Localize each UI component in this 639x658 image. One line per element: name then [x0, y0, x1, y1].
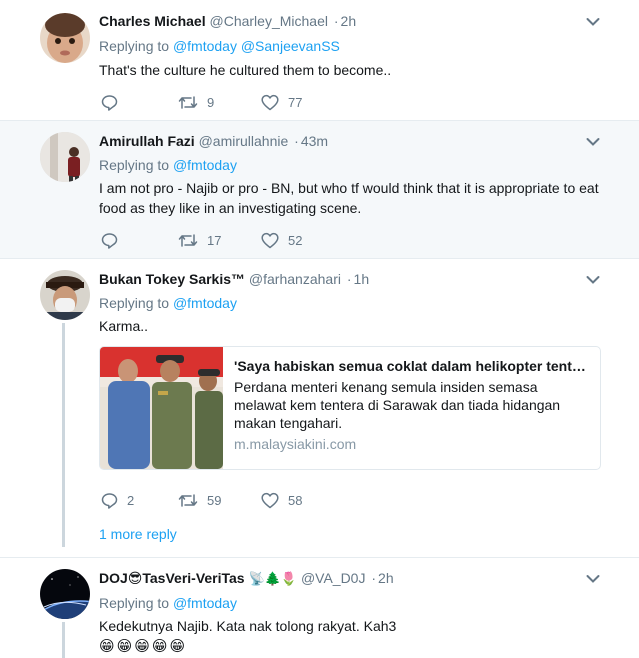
- replying-to: Replying to @fmtoday @SanjeevanSS: [99, 37, 340, 55]
- separator-dot: ·: [294, 133, 299, 149]
- reply-button[interactable]: 2: [101, 491, 134, 509]
- replying-to-label: Replying to: [99, 295, 170, 311]
- tweet-header: Bukan Tokey Sarkis™ @farhanzahari · 1h: [99, 270, 369, 288]
- mention-link[interactable]: @fmtoday: [173, 157, 237, 173]
- mention-link[interactable]: @fmtoday: [173, 38, 237, 54]
- tweet-header: DOJ😎TasVeri-VeriTas 📡🌲🌷 @VA_D0J · 2h: [99, 569, 394, 588]
- retweet-button[interactable]: 17: [178, 231, 221, 249]
- separator-dot: ·: [333, 13, 339, 29]
- card-title[interactable]: 'Saya habiskan semua coklat dalam heliko…: [234, 357, 589, 375]
- display-name[interactable]: Charles Michael: [99, 13, 206, 29]
- replying-to-label: Replying to: [99, 595, 170, 611]
- tweet-text: I am not pro - Najib or pro - BN, but wh…: [99, 180, 599, 216]
- replying-to-label: Replying to: [99, 38, 170, 54]
- retweet-count: 9: [207, 94, 215, 110]
- retweet-icon: [178, 493, 198, 507]
- card-description: Perdana menteri kenang semula insiden se…: [234, 379, 561, 431]
- tweet-2[interactable]: Amirullah Fazi @amirullahnie · 43m Replyi…: [0, 121, 639, 259]
- avatar[interactable]: [40, 13, 90, 63]
- name-emoji: 📡🌲🌷: [248, 571, 298, 586]
- retweet-icon: [178, 233, 198, 247]
- mention-link[interactable]: @fmtoday: [173, 295, 237, 311]
- like-button[interactable]: 58: [261, 491, 302, 509]
- mention-link[interactable]: @SanjeevanSS: [241, 38, 340, 54]
- reply-icon: [101, 492, 118, 509]
- like-button[interactable]: 52: [261, 231, 302, 249]
- chevron-down-icon[interactable]: [586, 137, 600, 147]
- card-url[interactable]: m.malaysiakini.com: [234, 435, 589, 453]
- display-name[interactable]: DOJ😎TasVeri-VeriTas: [99, 570, 245, 586]
- like-count: 52: [288, 232, 303, 248]
- link-card[interactable]: 'Saya habiskan semua coklat dalam heliko…: [99, 346, 601, 470]
- retweet-button[interactable]: 9: [178, 93, 214, 111]
- separator-dot: ·: [346, 271, 352, 287]
- tweet-1[interactable]: Charles Michael @Charley_Michael · 2h Rep…: [0, 0, 639, 121]
- more-reply-link[interactable]: 1 more reply: [99, 526, 177, 542]
- timestamp[interactable]: 2h: [378, 570, 394, 586]
- chevron-down-icon[interactable]: [586, 574, 600, 584]
- reply-icon: [101, 232, 118, 249]
- reply-button[interactable]: [101, 231, 127, 249]
- like-button[interactable]: 77: [261, 93, 302, 111]
- display-name[interactable]: Amirullah Fazi: [99, 133, 195, 149]
- mention-link[interactable]: @fmtoday: [173, 595, 237, 611]
- handle[interactable]: @amirullahnie: [199, 133, 289, 149]
- like-count: 77: [288, 94, 303, 110]
- handle[interactable]: @Charley_Michael: [210, 13, 328, 29]
- heart-icon: [261, 492, 279, 508]
- retweet-count: 59: [207, 492, 222, 508]
- avatar[interactable]: [40, 569, 90, 619]
- reply-icon: [101, 94, 118, 111]
- retweet-count: 17: [207, 232, 222, 248]
- reply-count: 2: [127, 492, 135, 508]
- reply-button[interactable]: [101, 93, 127, 111]
- handle[interactable]: @VA_D0J: [301, 570, 366, 586]
- card-image: [100, 347, 223, 469]
- display-name[interactable]: Bukan Tokey Sarkis™: [99, 271, 245, 287]
- replying-to: Replying to @fmtoday: [99, 594, 237, 612]
- card-body: 'Saya habiskan semua coklat dalam heliko…: [234, 357, 589, 453]
- replying-to: Replying to @fmtoday: [99, 156, 237, 174]
- avatar[interactable]: [40, 132, 90, 182]
- timestamp[interactable]: 1h: [354, 271, 370, 287]
- chevron-down-icon[interactable]: [586, 17, 600, 27]
- thread-line: [62, 622, 65, 658]
- tweet-text: That's the culture he cultured them to b…: [99, 62, 392, 78]
- replying-to: Replying to @fmtoday: [99, 294, 237, 312]
- tweet-4[interactable]: DOJ😎TasVeri-VeriTas 📡🌲🌷 @VA_D0J · 2h Repl…: [0, 558, 639, 658]
- tweet-header: Amirullah Fazi @amirullahnie · 43m: [99, 132, 328, 150]
- thread-line: [62, 323, 65, 547]
- heart-icon: [261, 232, 279, 248]
- retweet-icon: [178, 95, 198, 109]
- chevron-down-icon[interactable]: [586, 275, 600, 285]
- emoji-row: 😁😁😁😁😁: [99, 638, 188, 655]
- tweet-header: Charles Michael @Charley_Michael · 2h: [99, 12, 356, 30]
- separator-dot: ·: [371, 570, 377, 586]
- heart-icon: [261, 94, 279, 110]
- replying-to-label: Replying to: [99, 157, 170, 173]
- handle[interactable]: @farhanzahari: [249, 271, 341, 287]
- like-count: 58: [288, 492, 303, 508]
- tweet-text: Kedekutnya Najib. Kata nak tolong rakyat…: [99, 618, 397, 634]
- retweet-button[interactable]: 59: [178, 491, 221, 509]
- timestamp[interactable]: 2h: [341, 13, 357, 29]
- avatar[interactable]: [40, 270, 90, 320]
- tweet-text: Karma..: [99, 318, 149, 334]
- timestamp[interactable]: 43m: [301, 133, 328, 149]
